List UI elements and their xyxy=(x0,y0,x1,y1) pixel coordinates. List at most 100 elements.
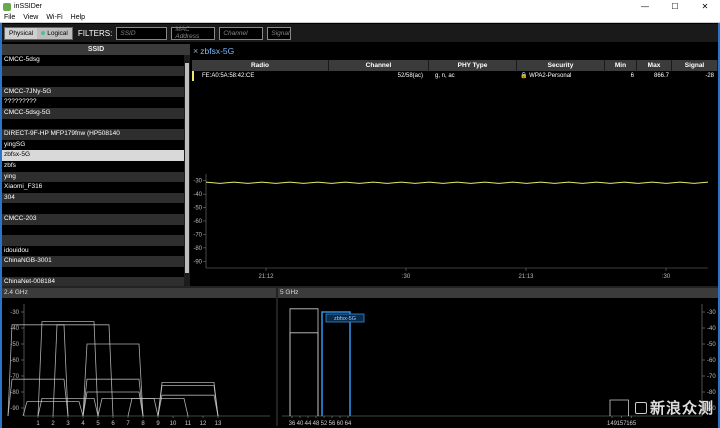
network-outline xyxy=(7,324,69,417)
col-signal[interactable]: Signal xyxy=(672,60,718,71)
list-item[interactable]: ????????? xyxy=(2,97,190,108)
y-tick-label: -50 xyxy=(707,342,716,348)
radio-table-header: Radio Channel PHY Type Security Min Max … xyxy=(192,60,718,71)
col-security[interactable]: Security xyxy=(517,60,605,71)
ssid-list-panel: SSID CMCC-5dsg CMCC-7JNy-5G????????? CMCC-… xyxy=(2,44,190,289)
scrollbar-thumb[interactable] xyxy=(185,63,189,273)
x-tick-label: 4 xyxy=(81,421,85,426)
radio-table: Radio Channel PHY Type Security Min Max … xyxy=(192,60,718,81)
list-item[interactable]: ChinaNGB-3001 xyxy=(2,256,190,267)
physical-toggle[interactable]: Physical xyxy=(5,27,38,39)
mac-filter-input[interactable]: MAC Address xyxy=(171,26,216,40)
cell-max: 866.7 xyxy=(653,73,669,79)
list-item[interactable]: Xiaomi_F316 xyxy=(2,182,190,193)
x-tick-label: 52 xyxy=(321,421,328,426)
network-outline xyxy=(157,382,219,417)
x-tick-label: 56 xyxy=(329,421,336,426)
list-item[interactable]: CMCC-203 xyxy=(2,213,190,225)
list-item[interactable]: yingSG xyxy=(2,140,190,151)
list-item[interactable]: CMCC-7JNy-5G xyxy=(2,86,190,98)
x-tick-label: 11 xyxy=(185,421,192,426)
y-tick-label: -80 xyxy=(10,390,19,396)
col-phy[interactable]: PHY Type xyxy=(429,60,517,71)
close-detail-icon[interactable]: × xyxy=(193,46,198,56)
list-item[interactable] xyxy=(2,235,190,246)
signal-line xyxy=(205,181,709,184)
y-tick-label: -90 xyxy=(10,406,19,412)
y-tick-label: -70 xyxy=(193,232,202,238)
y-tick-label: -80 xyxy=(193,246,202,252)
close-button[interactable]: ✕ xyxy=(690,0,720,13)
title-bar: inSSIDer — ☐ ✕ xyxy=(0,0,720,13)
cell-security-text: WPA2-Personal xyxy=(529,73,572,79)
app-icon xyxy=(3,2,11,11)
maximize-button[interactable]: ☐ xyxy=(660,0,690,13)
menu-bar: File View Wi-Fi Help xyxy=(0,13,720,23)
list-item[interactable]: zbfsx-5G xyxy=(2,150,190,161)
y-tick-label: -30 xyxy=(10,310,19,316)
list-item[interactable] xyxy=(2,267,190,278)
view-mode-toggle: Physical Logical xyxy=(4,26,73,40)
x-tick-label: 8 xyxy=(141,421,145,426)
list-item[interactable]: CMCC-5dsg xyxy=(2,55,190,66)
list-item[interactable]: idouidou xyxy=(2,246,190,257)
list-item[interactable] xyxy=(2,225,190,236)
channel-filter-input[interactable]: Channel xyxy=(219,26,264,40)
signal-filter-input[interactable]: Signal xyxy=(267,26,292,40)
logical-toggle[interactable]: Logical xyxy=(37,27,72,39)
detail-title: zbfsx-5G xyxy=(200,45,235,56)
list-item[interactable]: zbfs xyxy=(2,161,190,172)
network-outline xyxy=(97,398,159,417)
network-outline xyxy=(609,399,629,416)
selected-network-outline xyxy=(321,311,351,416)
list-item[interactable] xyxy=(2,203,190,214)
list-item[interactable] xyxy=(2,65,190,77)
ssid-column-header[interactable]: SSID xyxy=(2,44,190,55)
ssid-list: CMCC-5dsg CMCC-7JNy-5G????????? CMCC-5dsg-… xyxy=(2,55,190,289)
list-item[interactable] xyxy=(2,76,190,87)
cell-radio: FE:A0:5A:58:42:CE xyxy=(192,71,329,81)
col-channel[interactable]: Channel xyxy=(329,60,429,71)
x-tick-label: 40 xyxy=(297,421,304,426)
filter-bar: Physical Logical FILTERS: SSID MAC Addre… xyxy=(2,24,718,42)
list-item[interactable]: ying xyxy=(2,171,190,183)
ssid-list-scrollbar[interactable] xyxy=(184,55,190,286)
col-radio[interactable]: Radio xyxy=(192,60,329,71)
y-tick-label: -30 xyxy=(707,310,716,316)
list-item[interactable]: CMCC-5dsg-5G xyxy=(2,107,190,119)
list-item[interactable] xyxy=(2,119,190,130)
x-tick-label: 7 xyxy=(126,421,130,426)
list-item[interactable]: DIRECT-9F-HP MFP179fnw (HP508140 xyxy=(2,129,190,140)
cell-phy: g, n, ac xyxy=(435,73,455,79)
y-tick-label: -40 xyxy=(707,326,716,332)
x-tick-label: 10 xyxy=(170,421,177,426)
minimize-button[interactable]: — xyxy=(630,0,660,13)
network-outline xyxy=(52,324,114,417)
col-min[interactable]: Min xyxy=(605,60,637,71)
filters-label: FILTERS: xyxy=(77,28,113,38)
menu-view[interactable]: View xyxy=(19,14,42,21)
x-tick-label: 2 xyxy=(51,421,55,426)
list-item[interactable]: 304 xyxy=(2,192,190,204)
y-tick-label: -50 xyxy=(10,342,19,348)
ssid-filter-input[interactable]: SSID xyxy=(116,26,168,40)
x-tick-label: 44 xyxy=(305,421,312,426)
col-max[interactable]: Max xyxy=(637,60,672,71)
y-tick-label: -40 xyxy=(193,192,202,198)
x-tick-label: :30 xyxy=(662,274,671,280)
x-tick-label: 9 xyxy=(156,421,160,426)
y-tick-label: -60 xyxy=(10,358,19,364)
lock-icon: 🔒 xyxy=(520,73,528,79)
cell-security: 🔒 WPA2-Personal xyxy=(517,71,605,81)
menu-help[interactable]: Help xyxy=(67,14,89,21)
window-title: inSSIDer xyxy=(14,3,43,10)
x-tick-label: 5 xyxy=(96,421,100,426)
x-tick-label: 21:12 xyxy=(258,274,274,280)
x-tick-label: 60 xyxy=(337,421,344,426)
y-tick-label: -70 xyxy=(707,374,716,380)
table-row[interactable]: FE:A0:5A:58:42:CE 52/58(ac) g, n, ac 🔒 W… xyxy=(192,71,718,81)
menu-wifi[interactable]: Wi-Fi xyxy=(42,14,66,21)
cell-channel: 52/58(ac) xyxy=(397,73,423,79)
menu-file[interactable]: File xyxy=(0,14,19,21)
x-tick-label: 64 xyxy=(345,421,352,426)
